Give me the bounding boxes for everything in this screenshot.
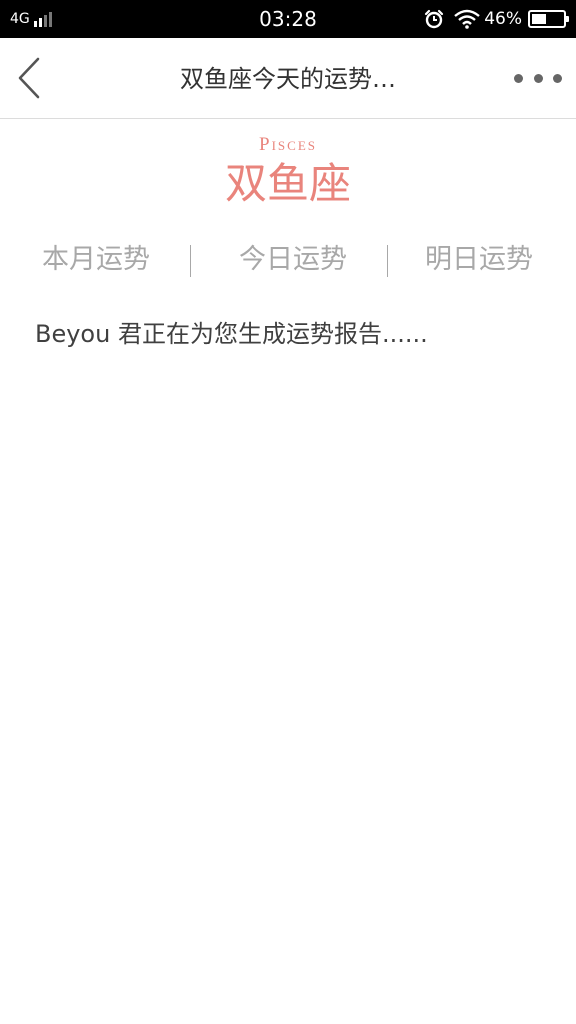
sign-english-name: Pisces xyxy=(259,134,317,155)
fortune-tabs: 本月运势 今日运势 明日运势 xyxy=(0,240,576,284)
tab-divider xyxy=(387,245,388,277)
battery-percent: 46% xyxy=(484,9,522,29)
status-right: 46% xyxy=(424,8,569,30)
back-icon xyxy=(18,57,40,99)
more-icon-dot xyxy=(514,73,523,83)
wifi-icon xyxy=(454,9,480,29)
status-bar: 4G 03:28 46% xyxy=(0,0,576,38)
more-icon-dot xyxy=(553,73,562,83)
tab-monthly-fortune[interactable]: 本月运势 xyxy=(21,240,171,280)
more-button[interactable] xyxy=(514,68,562,88)
battery-icon xyxy=(528,10,569,28)
tab-tomorrow-fortune[interactable]: 明日运势 xyxy=(404,240,554,280)
alarm-icon xyxy=(425,9,444,29)
back-button[interactable] xyxy=(14,56,46,100)
sign-chinese-name: 双鱼座 xyxy=(224,159,351,208)
loading-message: Beyou 君正在为您生成运势报告...... xyxy=(35,320,428,348)
tab-divider xyxy=(190,245,191,277)
page-title: 双鱼座今天的运势… xyxy=(180,65,396,93)
more-icon-dot xyxy=(533,73,543,83)
nav-bar: 双鱼座今天的运势… xyxy=(0,38,576,119)
tab-today-fortune[interactable]: 今日运势 xyxy=(218,240,368,280)
